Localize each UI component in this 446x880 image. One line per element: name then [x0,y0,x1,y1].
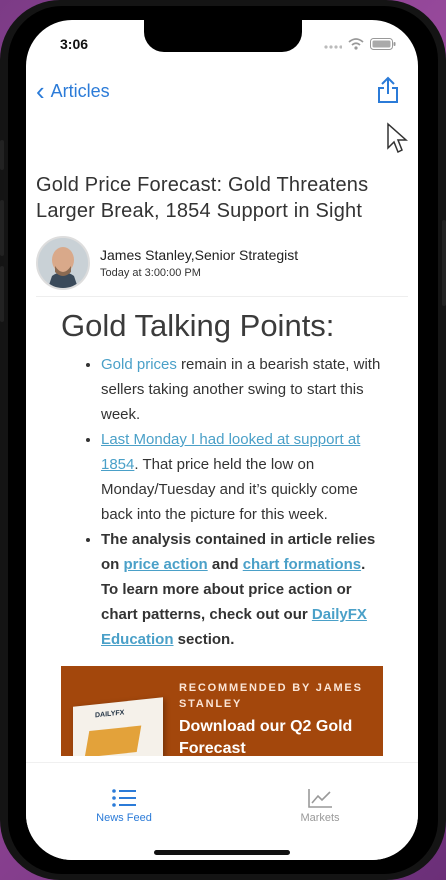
divider [36,296,408,297]
tab-news-feed[interactable]: News Feed [64,787,184,824]
list-item: Last Monday I had looked at support at 1… [101,427,386,527]
battery-icon [370,38,396,50]
list-icon [112,789,136,807]
promo-banner[interactable]: DAILYFX RECOMMENDED BY JAMES STANLEY Dow… [61,666,383,756]
article-body: Gold Talking Points: Gold prices remain … [61,304,386,652]
screen: 3:06 ‹ Articles Gold Price Forecast: Gol… [26,20,418,860]
gold-prices-link[interactable]: Gold prices [101,356,177,373]
promo-title: Download our Q2 Gold Forecast [179,718,353,756]
mouse-cursor-icon [386,122,408,159]
notch [144,20,302,52]
signal-icon [324,45,342,49]
status-icons [324,38,396,50]
tab-news-feed-label: News Feed [96,812,152,824]
bullet-text: section. [173,631,235,648]
volume-down-button [0,266,4,322]
talking-points-list: Gold prices remain in a bearish state, w… [61,352,386,652]
chart-formations-link[interactable]: chart formations [243,556,361,573]
back-button[interactable]: ‹ Articles [36,78,110,104]
mute-switch [0,140,4,170]
publish-time: Today at 3:00:00 PM [100,267,201,279]
tab-bar: News Feed Markets [26,762,418,860]
power-button [442,220,446,306]
list-item: Gold prices remain in a bearish state, w… [101,352,386,427]
share-icon [378,76,398,103]
talking-points-title: Gold Talking Points: [61,308,335,343]
tab-markets[interactable]: Markets [260,787,380,824]
book-logo: DAILYFX [95,709,125,720]
chart-line-icon [308,789,332,808]
article-headline: Gold Price Forecast: Gold Threatens Larg… [36,174,369,222]
bullet-text: and [207,556,243,573]
share-button[interactable] [376,76,400,109]
bullet-text: . That price held the low on Monday/Tues… [101,456,358,523]
wifi-icon [348,38,364,50]
price-action-link[interactable]: price action [124,556,208,573]
author-name: James Stanley,Senior Strategist [100,247,299,263]
promo-recommended: RECOMMENDED BY JAMES STANLEY [179,682,363,710]
list-item: The analysis contained in article relies… [101,527,386,652]
gold-bar-graphic [84,725,142,756]
author-block: James Stanley,Senior Strategist Today at… [36,236,298,290]
volume-up-button [0,200,4,256]
avatar [36,236,90,290]
chevron-left-icon: ‹ [36,76,45,106]
back-label: Articles [50,80,110,101]
tab-markets-label: Markets [300,812,340,824]
home-indicator [154,850,290,855]
status-time: 3:06 [60,36,89,52]
guide-book-image: DAILYFX [73,697,163,756]
